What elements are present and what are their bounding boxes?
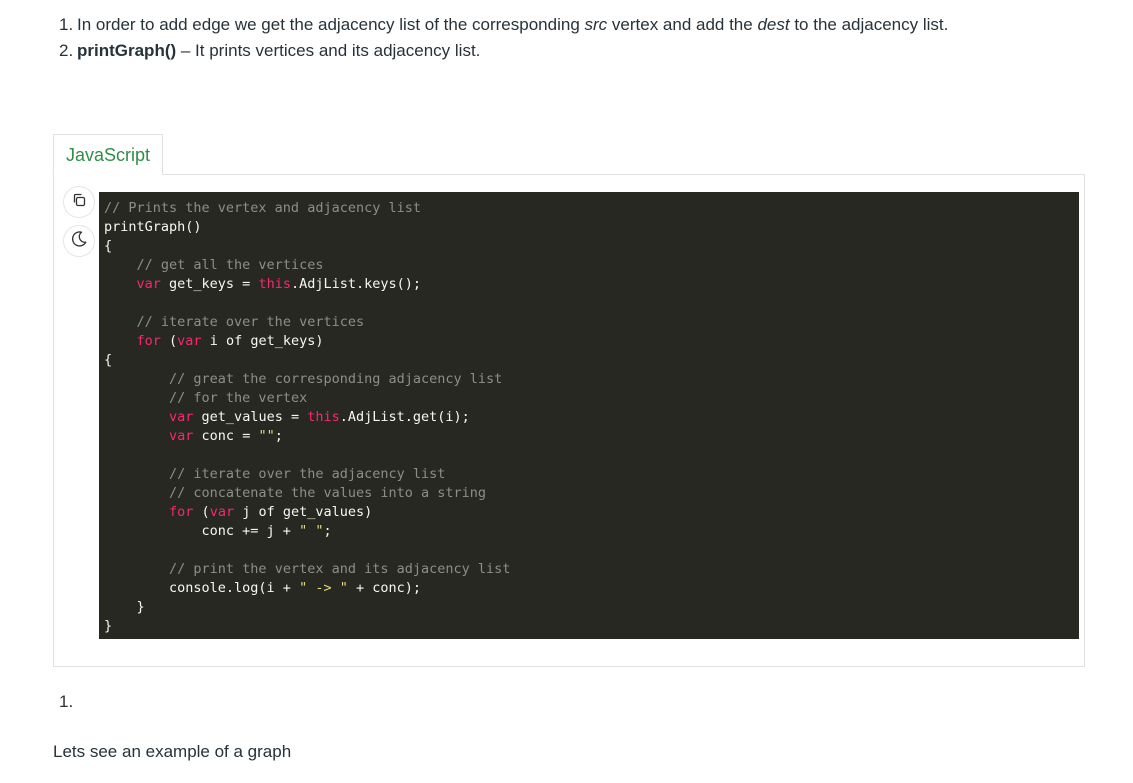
code-comment: // concatenate the values into a string [169,485,487,501]
list-number: 1. [59,692,74,711]
code-line: } [104,598,1079,617]
list-number: 1. [59,15,74,34]
step-text: vertex and add the [607,15,758,34]
theme-toggle-button[interactable] [63,225,95,257]
moon-icon [70,230,88,253]
code-text: ( [193,504,210,520]
code-keyword: var [169,428,194,444]
code-keyword: var [177,333,202,349]
code-line: // iterate over the adjacency list [104,465,1079,484]
code-line: // print the vertex and its adjacency li… [104,560,1079,579]
code-keyword: var [136,276,161,292]
code-keyword: this [258,276,291,292]
list-number: 2. [59,41,74,60]
code-comment: // for the vertex [169,390,308,406]
code-text: conc += j + [104,523,300,539]
code-block: // Prints the vertex and adjacency list p… [99,192,1079,639]
code-text: { [104,238,113,254]
step-text: to the adjacency list. [789,15,949,34]
code-string: " -> " [299,580,348,596]
code-text: .AdjList.keys(); [290,276,422,292]
code-line: var get_keys = this.AdjList.keys(); [104,275,1079,294]
code-text: printGraph() [104,219,202,235]
code-comment: // get all the vertices [136,257,324,273]
code-line: // concatenate the values into a string [104,484,1079,503]
code-text: .AdjList.get(i); [339,409,470,425]
code-text: ; [323,523,332,539]
code-comment: // Prints the vertex and adjacency list [104,200,421,216]
code-keyword: for [136,333,161,349]
steps-list: 1. In order to add edge we get the adjace… [59,12,948,64]
code-line: // Prints the vertex and adjacency list [104,199,1079,218]
list-item-step-1: 1. In order to add edge we get the adjace… [59,12,948,38]
code-line: conc += j + " "; [104,522,1079,541]
code-line: // get all the vertices [104,256,1079,275]
code-line: } [104,617,1079,636]
paragraph: Lets see an example of a graph [53,742,292,761]
code-string: "" [258,428,275,444]
code-text: } [104,599,145,615]
code-text: i of get_keys) [201,333,324,349]
code-text: } [104,618,113,634]
method-name: printGraph() [77,41,177,60]
code-text: { [104,352,113,368]
code-text: get_values = [193,409,308,425]
code-text: conc = [193,428,259,444]
code-keyword: var [209,504,235,520]
code-line: for (var i of get_keys) [104,332,1079,351]
code-keyword: this [307,409,340,425]
code-comment: // iterate over the adjacency list [169,466,446,482]
code-line: var get_values = this.AdjList.get(i); [104,408,1079,427]
article-body: 1. In order to add edge we get the adjace… [0,0,1133,783]
tab-javascript[interactable]: JavaScript [53,134,163,175]
code-text: get_keys = [160,276,259,292]
code-line: printGraph() [104,218,1079,237]
code-comment: // print the vertex and its adjacency li… [169,561,511,577]
step-term-dest: dest [757,15,790,34]
step-text: – It prints vertices and its adjacency l… [176,41,481,60]
step-term-src: src [584,15,608,34]
code-text: console.log(i + [104,580,300,596]
code-line: { [104,351,1079,370]
code-comment: // iterate over the vertices [136,314,365,330]
copy-icon [71,192,87,213]
code-text: ( [160,333,178,349]
code-line: for (var j of get_values) [104,503,1079,522]
code-line: // for the vertex [104,389,1079,408]
code-keyword: var [169,409,194,425]
code-comment: // great the corresponding adjacency lis… [169,371,503,387]
code-line: { [104,237,1079,256]
step-text: In order to add edge we get the adjacenc… [77,15,585,34]
code-line: // iterate over the vertices [104,313,1079,332]
code-text: ; [274,428,283,444]
code-line: console.log(i + " -> " + conc); [104,579,1079,598]
code-keyword: for [169,504,194,520]
code-string: " " [299,523,324,539]
code-text: j of get_values) [234,504,373,520]
list-item-step-2: 2. printGraph() – It prints vertices and … [59,38,948,64]
code-line: // great the corresponding adjacency lis… [104,370,1079,389]
copy-code-button[interactable] [63,186,95,218]
code-text: + conc); [347,580,422,596]
code-line: var conc = ""; [104,427,1079,446]
